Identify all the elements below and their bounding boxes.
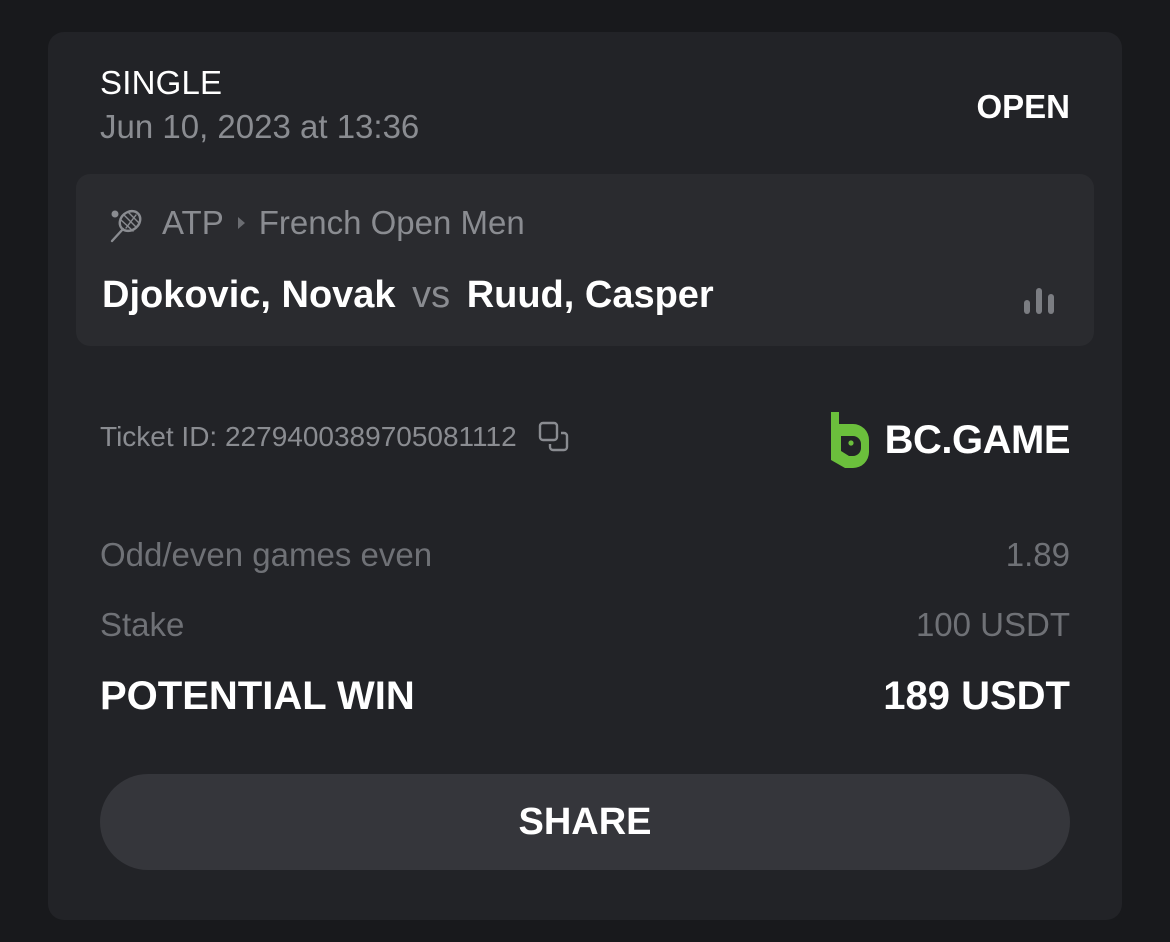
stake-label: Stake bbox=[100, 606, 185, 643]
away-player: Ruud, Casper bbox=[466, 274, 714, 316]
brand-logo: BC.GAME bbox=[827, 410, 1071, 470]
home-player: Djokovic, Novak bbox=[102, 274, 396, 316]
vs-label: vs bbox=[412, 274, 451, 316]
ticket-id: Ticket ID: 2279400389705081112 bbox=[100, 421, 517, 452]
status-badge: OPEN bbox=[976, 88, 1070, 125]
event-box[interactable]: ATP French Open Men Djokovic, Novak vs R… bbox=[76, 174, 1094, 346]
bet-date: Jun 10, 2023 at 13:36 bbox=[100, 108, 420, 145]
stake-row: Stake 100 USDT bbox=[100, 606, 1070, 644]
market-label: Odd/even games even bbox=[100, 536, 433, 573]
tournament-name: French Open Men bbox=[258, 204, 525, 241]
chevron-right-icon bbox=[237, 217, 245, 229]
ticket-id-row: Ticket ID: 2279400389705081112 bbox=[100, 420, 571, 454]
potential-win-value: 189 USDT bbox=[883, 674, 1070, 718]
bet-ticket-card: SINGLE Jun 10, 2023 at 13:36 OPEN ATP Fr… bbox=[48, 32, 1122, 920]
bar-chart-icon[interactable] bbox=[1024, 280, 1060, 314]
bet-type: SINGLE bbox=[100, 64, 223, 101]
tournament-group: ATP bbox=[162, 204, 224, 241]
share-button[interactable]: SHARE bbox=[100, 774, 1070, 870]
tennis-racket-icon bbox=[110, 209, 142, 243]
stake-value: 100 USDT bbox=[915, 606, 1070, 643]
breadcrumb: ATP French Open Men bbox=[162, 204, 525, 242]
potential-win-label: POTENTIAL WIN bbox=[100, 674, 415, 718]
matchup: Djokovic, Novak vs Ruud, Casper bbox=[102, 274, 714, 317]
odds-value: 1.89 bbox=[1005, 536, 1070, 573]
copy-icon[interactable] bbox=[537, 420, 571, 454]
potential-win-row: POTENTIAL WIN 189 USDT bbox=[100, 674, 1070, 719]
brand-name: BC.GAME bbox=[884, 417, 1071, 462]
bc-game-logo-icon bbox=[830, 412, 869, 468]
selection-row: Odd/even games even 1.89 bbox=[100, 536, 1070, 574]
